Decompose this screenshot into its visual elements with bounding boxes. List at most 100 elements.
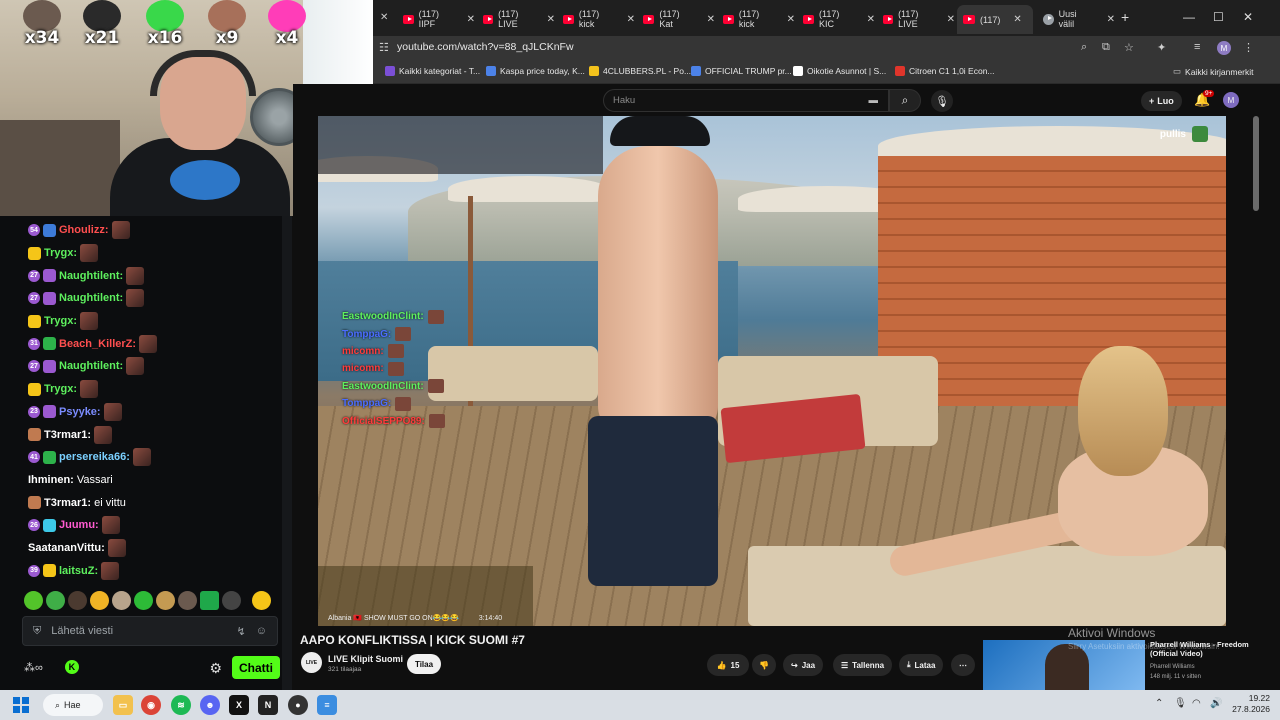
n-app-icon[interactable]: N bbox=[258, 695, 278, 715]
bookmark-item[interactable]: Citroen C1 1,0i Econ... bbox=[895, 66, 995, 76]
emote-button[interactable] bbox=[46, 591, 65, 610]
emote-button[interactable] bbox=[134, 591, 153, 610]
notepad-icon[interactable]: ≡ bbox=[317, 695, 337, 715]
shield-icon[interactable]: ⛨ bbox=[33, 625, 41, 638]
site-info-icon[interactable]: ☷ bbox=[379, 41, 389, 54]
file-explorer-icon[interactable]: ▭ bbox=[113, 695, 133, 715]
browser-tab[interactable]: (117) LIVE ✕ bbox=[877, 7, 955, 31]
chat-username[interactable]: Psyyke: bbox=[59, 406, 101, 418]
bookmark-item[interactable]: 4CLUBBERS.PL - Po... bbox=[589, 66, 691, 76]
spotify-icon[interactable]: ≋ bbox=[171, 695, 191, 715]
chat-username[interactable]: SaatananVittu: bbox=[28, 542, 105, 554]
menu-icon[interactable]: ⋮ bbox=[1243, 41, 1254, 54]
emote-button[interactable] bbox=[90, 591, 109, 610]
chat-username[interactable]: Beach_KillerZ: bbox=[59, 338, 136, 350]
emote-button[interactable] bbox=[112, 591, 131, 610]
chat-username[interactable]: T3rmar1: bbox=[44, 497, 91, 509]
share-button[interactable]: ↪ Jaa bbox=[783, 654, 824, 676]
bookmark-item[interactable]: Oikotie Asunnot | S... bbox=[793, 66, 886, 76]
chat-scrollbar[interactable] bbox=[282, 216, 292, 690]
taskbar-clock[interactable]: 19.22 27.8.2026 bbox=[1226, 693, 1270, 715]
kick-coin-icon[interactable]: K bbox=[64, 660, 79, 674]
bookmark-all-folder[interactable]: ▭ Kaikki kirjanmerkit bbox=[1173, 66, 1254, 77]
extensions-icon[interactable]: ✦ bbox=[1157, 41, 1166, 54]
emoji-icon[interactable]: ☺ bbox=[256, 625, 267, 637]
close-window-icon[interactable]: ✕ bbox=[1243, 10, 1253, 24]
channel-avatar[interactable]: LIVE bbox=[301, 652, 322, 673]
chat-username[interactable]: Naughtilent: bbox=[59, 292, 123, 304]
bookmark-item[interactable]: Kaspa price today, K... bbox=[486, 66, 585, 76]
subscribe-button[interactable]: Tilaa bbox=[407, 654, 441, 674]
page-scrollbar[interactable] bbox=[1253, 116, 1259, 211]
command-icon[interactable]: ↯ bbox=[237, 625, 246, 638]
chat-username[interactable]: Naughtilent: bbox=[59, 360, 123, 372]
tab-close-icon[interactable]: ✕ bbox=[787, 14, 795, 25]
emote-button[interactable] bbox=[200, 591, 219, 610]
emote-button[interactable] bbox=[68, 591, 87, 610]
chat-username[interactable]: Ihminen: bbox=[28, 474, 74, 486]
maximize-icon[interactable]: ☐ bbox=[1213, 10, 1224, 24]
gear-icon[interactable]: ⚙ bbox=[209, 660, 222, 677]
chat-username[interactable]: Trygx: bbox=[44, 247, 77, 259]
save-button[interactable]: ☰ Tallenna bbox=[833, 654, 893, 676]
emote-button[interactable] bbox=[178, 591, 197, 610]
keyboard-icon[interactable]: ▬ bbox=[869, 95, 879, 106]
emote-button[interactable] bbox=[24, 591, 43, 610]
search-input[interactable]: Haku ▬ bbox=[603, 89, 889, 112]
volume-icon[interactable]: 🔊 bbox=[1210, 698, 1222, 709]
chat-username[interactable]: laitsuZ: bbox=[59, 565, 98, 577]
dislike-button[interactable]: 👎 bbox=[752, 654, 776, 676]
browser-tab[interactable]: (117) kick ✕ bbox=[557, 7, 635, 31]
minimize-icon[interactable]: — bbox=[1183, 10, 1195, 24]
chat-username[interactable]: Trygx: bbox=[44, 383, 77, 395]
tab-close-icon[interactable]: ✕ bbox=[947, 14, 955, 25]
browser-tab[interactable]: Uusi välil ✕ bbox=[1037, 7, 1115, 31]
channel-name[interactable]: LIVE Klipit Suomi bbox=[328, 654, 403, 664]
microphone-icon[interactable]: 🎙 bbox=[1174, 698, 1187, 709]
chat-send-button[interactable]: Chatti bbox=[232, 656, 280, 679]
video-player[interactable]: EastwoodInClint: TomppaG: micomn: micomn: Ea… bbox=[318, 116, 1226, 626]
chat-input[interactable]: ⛨ Lähetä viesti ↯ ☺ bbox=[22, 616, 278, 646]
chat-username[interactable]: Naughtilent: bbox=[59, 270, 123, 282]
browser-tab[interactable]: (117) kick ✕ bbox=[717, 7, 795, 31]
emote-button[interactable] bbox=[222, 591, 241, 610]
like-button[interactable]: 👍 15 bbox=[707, 654, 749, 676]
tab-close-icon[interactable]: ✕ bbox=[1107, 14, 1115, 25]
more-actions-button[interactable]: ⋯ bbox=[951, 654, 975, 676]
profile-avatar[interactable]: M bbox=[1217, 41, 1231, 55]
tab-close-icon[interactable]: ✕ bbox=[627, 14, 635, 25]
new-tab-button[interactable]: + bbox=[1121, 9, 1129, 25]
tab-close-icon[interactable]: ✕ bbox=[467, 14, 475, 25]
tab-close-icon[interactable]: ✕ bbox=[1013, 14, 1021, 25]
media-controls-icon[interactable]: ≡ bbox=[1194, 41, 1200, 53]
windows-start-button[interactable] bbox=[13, 697, 29, 713]
browser-tab[interactable]: (117) ✕ bbox=[957, 5, 1033, 34]
discord-icon[interactable]: ☻ bbox=[200, 695, 220, 715]
zoom-icon[interactable]: ⌕ bbox=[1081, 41, 1087, 54]
chat-username[interactable]: Trygx: bbox=[44, 315, 77, 327]
tab-close-icon[interactable]: ✕ bbox=[707, 14, 715, 25]
bookmark-item[interactable]: OFFICIAL TRUMP pr... bbox=[691, 66, 792, 76]
points-icon[interactable]: ⁂∞ bbox=[24, 661, 43, 674]
account-avatar[interactable]: M bbox=[1223, 92, 1239, 108]
wifi-icon[interactable]: ◠ bbox=[1192, 698, 1201, 709]
obs-icon[interactable]: ● bbox=[288, 695, 308, 715]
create-button[interactable]: + Luo bbox=[1141, 91, 1182, 111]
download-button[interactable]: ⤓ Lataa bbox=[899, 654, 944, 676]
cast-icon[interactable]: ⧉ bbox=[1102, 41, 1110, 54]
url-field[interactable]: youtube.com/watch?v=88_qJLCKnFw bbox=[397, 41, 574, 53]
browser-tab[interactable]: (117) LIVE ✕ bbox=[477, 7, 555, 31]
chat-username[interactable]: Ghoulizz: bbox=[59, 224, 109, 236]
tab-close-icon[interactable]: ✕ bbox=[867, 14, 875, 25]
search-button[interactable]: ⌕ bbox=[889, 89, 921, 112]
bookmark-star-icon[interactable]: ☆ bbox=[1124, 41, 1134, 54]
chat-username[interactable]: T3rmar1: bbox=[44, 429, 91, 441]
emote-button[interactable] bbox=[252, 591, 271, 610]
browser-tab[interactable]: (117) Kat ✕ bbox=[637, 7, 715, 31]
tab-close-icon[interactable]: ✕ bbox=[547, 14, 555, 25]
browser-tab[interactable]: (117) IIPF ✕ bbox=[397, 7, 475, 31]
browser-tab[interactable]: (117) KIC ✕ bbox=[797, 7, 875, 31]
chat-username[interactable]: Juumu: bbox=[59, 519, 99, 531]
chat-username[interactable]: persereika66: bbox=[59, 451, 130, 463]
chrome-icon[interactable]: ◉ bbox=[141, 695, 161, 715]
